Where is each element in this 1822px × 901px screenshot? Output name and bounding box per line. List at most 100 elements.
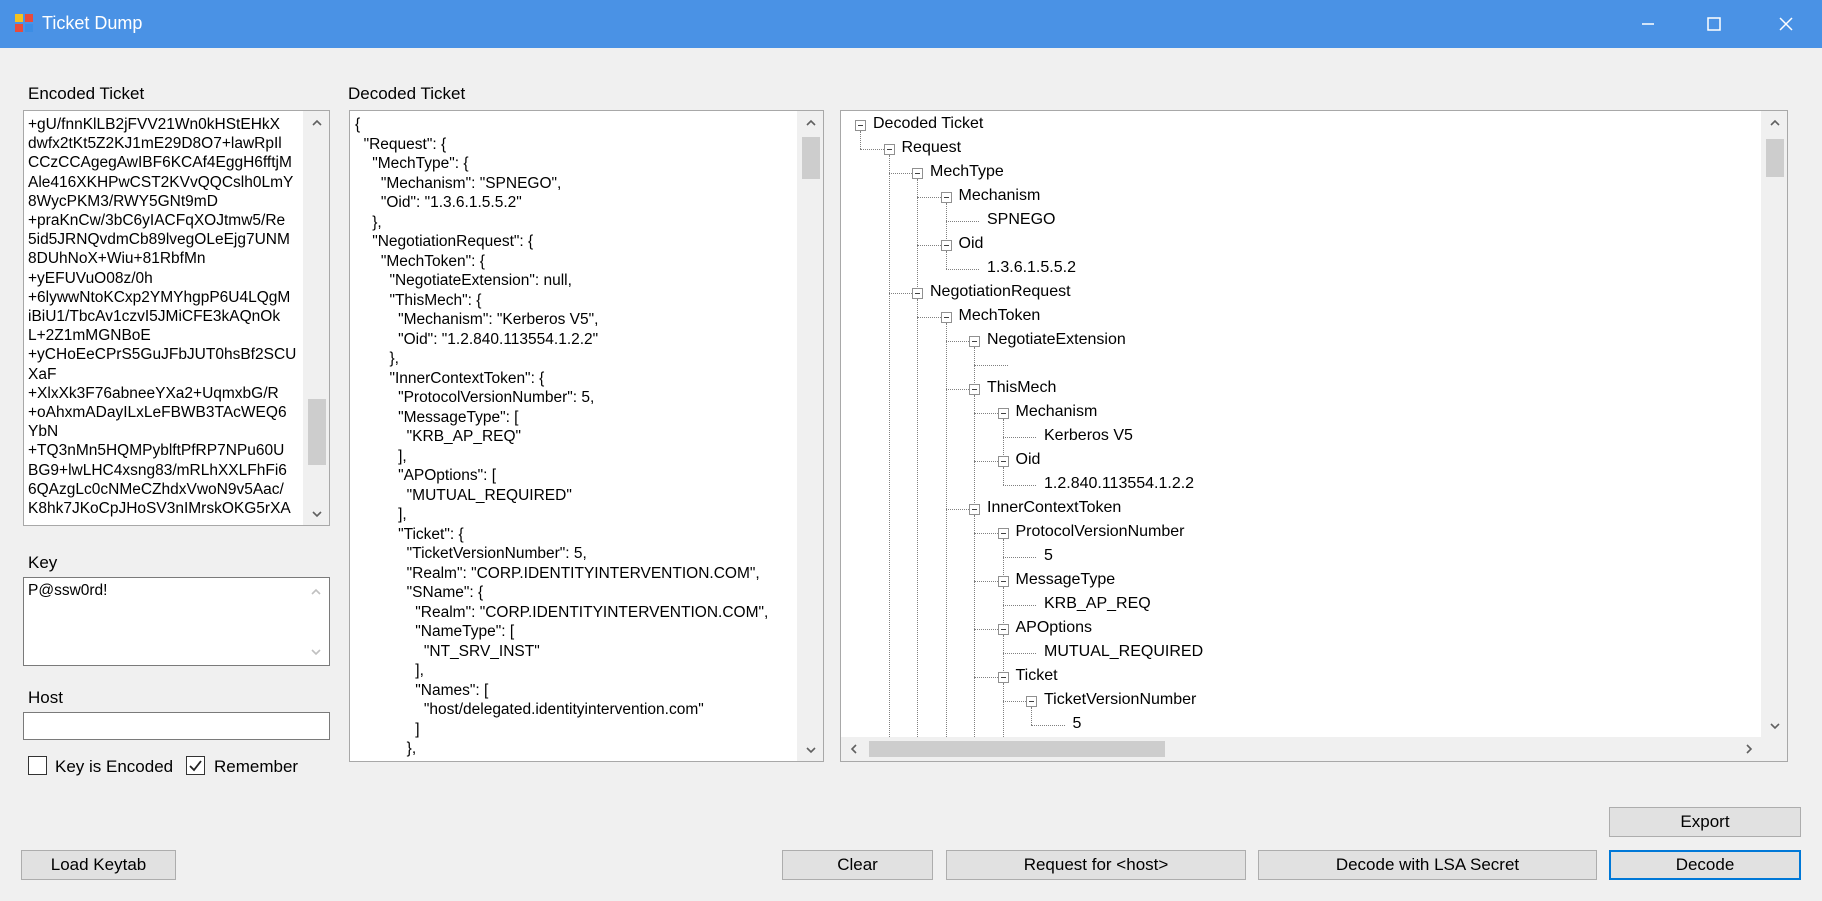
scroll-up-icon[interactable] [798,111,823,133]
decode-with-lsa-secret-button[interactable]: Decode with LSA Secret [1258,850,1597,880]
encoded-ticket-line: K8hk7JKoCpJHoSV3nIMrskOKG5rXA [28,500,291,518]
tree-node[interactable]: 5 [1073,715,1082,733]
tree-node[interactable]: InnerContextToken [987,499,1121,517]
tree-connector [1002,539,1004,557]
tree-connector [945,203,947,221]
tree-node[interactable]: NegotiationRequest [930,283,1071,301]
request-for-host-button[interactable]: Request for <host> [946,850,1246,880]
scroll-thumb[interactable] [802,137,820,179]
collapse-icon[interactable] [969,384,980,395]
decoded-json-line: "Mechanism": "Kerberos V5", [355,311,599,328]
scroll-down-icon[interactable] [798,739,823,761]
collapse-icon[interactable] [997,456,1009,467]
encoded-ticket-line: Ale416XKHPwCST2KVvQQCslh0LmY [28,173,294,191]
close-button[interactable] [1750,0,1822,48]
tree-node[interactable]: MechType [930,163,1004,181]
host-input[interactable] [23,712,330,740]
tree-node[interactable]: MessageType [1016,571,1116,589]
decoded-json-line: ], [355,506,407,523]
scroll-up-icon[interactable] [303,580,329,602]
tree-vertical-scrollbar[interactable] [1761,111,1787,737]
collapse-icon[interactable] [997,672,1009,683]
collapse-icon[interactable] [1026,696,1037,707]
tree-connector [917,245,941,246]
tree-node[interactable]: Ticket [1016,667,1058,685]
collapse-icon[interactable] [997,624,1009,635]
encoded-ticket-textarea[interactable]: +gU/fnnKlLB2jFVV21Wn0kHStEHkX dwfx2tKt5Z2… [23,110,330,526]
encoded-ticket-line: BG9+lwLHC4xsng83/mRLhXXLFhFi6 [28,461,287,479]
decoded-json-line: "TicketVersionNumber": 5, [355,545,587,562]
scroll-up-icon[interactable] [1762,111,1787,133]
collapse-icon[interactable] [997,528,1009,539]
scroll-thumb[interactable] [308,399,326,465]
collapse-icon[interactable] [940,192,952,203]
load-keytab-button[interactable]: Load Keytab [21,850,176,880]
tree-node[interactable]: Decoded Ticket [873,115,983,133]
tree-node[interactable]: SPNEGO [987,211,1055,229]
tree-connector [888,293,912,294]
decoded-tree-view[interactable]: Decoded Ticket Request MechType Mechanism SP… [840,110,1788,762]
tree-node[interactable]: Mechanism [1016,403,1098,421]
close-icon [1779,17,1793,31]
remember-checkbox[interactable] [186,756,205,775]
tree-node[interactable]: Oid [959,235,984,253]
encoded-ticket-line: +praKnCw/3bC6yIACFqXOJtmw5/Re [28,212,286,230]
tree-node[interactable]: TicketVersionNumber [1044,691,1196,709]
collapse-icon[interactable] [969,336,980,347]
tree-node[interactable]: Oid [1016,451,1041,469]
encoded-ticket-label: Encoded Ticket [28,84,145,103]
export-button[interactable]: Export [1609,807,1801,837]
encoded-ticket-line: dwfx2tKt5Z2KJ1mE29D8O7+lawRpIl [28,135,282,153]
tree-node[interactable]: ThisMech [987,379,1056,397]
minimize-button[interactable] [1612,0,1684,48]
collapse-icon[interactable] [997,576,1009,587]
tree-horizontal-scrollbar[interactable] [841,737,1761,761]
tree-node[interactable]: 5 [1044,547,1053,565]
decoded-json-line: "MUTUAL_REQUIRED" [355,486,572,504]
tree-node[interactable]: NegotiateExtension [987,331,1126,349]
collapse-icon[interactable] [855,120,866,131]
key-textarea[interactable]: P@ssw0rd! [23,577,330,666]
maximize-button[interactable] [1678,0,1750,48]
decoded-json-line: "ThisMech": { [355,291,482,309]
collapse-icon[interactable] [969,504,980,515]
tree-node[interactable]: APOptions [1016,619,1092,637]
scroll-down-icon[interactable] [1762,715,1787,737]
clear-button[interactable]: Clear [782,850,933,880]
decoded-json-line: "Oid": "1.2.840.113554.1.2.2" [355,330,599,348]
collapse-icon[interactable] [997,408,1009,419]
tree-node[interactable]: MUTUAL_REQUIRED [1044,643,1203,661]
decoded-json-textarea[interactable]: { "Request": { "MechType": { "Mechanism"… [349,110,824,762]
tree-node[interactable]: Kerberos V5 [1044,427,1133,445]
decoded-json-line: ], [355,662,424,679]
collapse-icon[interactable] [912,168,923,179]
collapse-icon[interactable] [912,288,923,299]
tree-node[interactable]: 1.2.840.113554.1.2.2 [1044,475,1194,493]
tree-node[interactable]: Mechanism [959,187,1041,205]
scroll-thumb[interactable] [1766,139,1784,177]
tree-connector [945,509,969,510]
decoded-json-line: "Realm": "CORP.IDENTITYINTERVENTION.COM"… [355,603,769,621]
encoded-ticket-scrollbar[interactable] [303,111,329,525]
tree-node[interactable]: MechToken [959,307,1041,325]
collapse-icon[interactable] [883,144,895,155]
scroll-up-icon[interactable] [304,111,329,133]
tree-node[interactable]: KRB_AP_REQ [1044,595,1151,613]
collapse-icon[interactable] [940,240,952,251]
tree-node[interactable]: Request [902,139,962,157]
scroll-right-icon[interactable] [1737,737,1761,761]
collapse-icon[interactable] [940,312,952,323]
decode-button[interactable]: Decode [1609,850,1801,880]
scroll-down-icon[interactable] [304,503,329,525]
scroll-thumb[interactable] [869,741,1165,757]
tree-node[interactable]: ProtocolVersionNumber [1016,523,1185,541]
tree-connector [974,413,998,414]
scroll-down-icon[interactable] [303,641,329,663]
decoded-json-scrollbar[interactable] [797,111,823,761]
tree-node[interactable]: 1.3.6.1.5.5.2 [987,259,1076,277]
key-scrollbar[interactable] [303,578,329,665]
key-is-encoded-checkbox[interactable] [28,756,47,775]
window-title: Ticket Dump [42,13,143,33]
decoded-json-line: ] [355,720,420,738]
scroll-left-icon[interactable] [841,737,865,761]
